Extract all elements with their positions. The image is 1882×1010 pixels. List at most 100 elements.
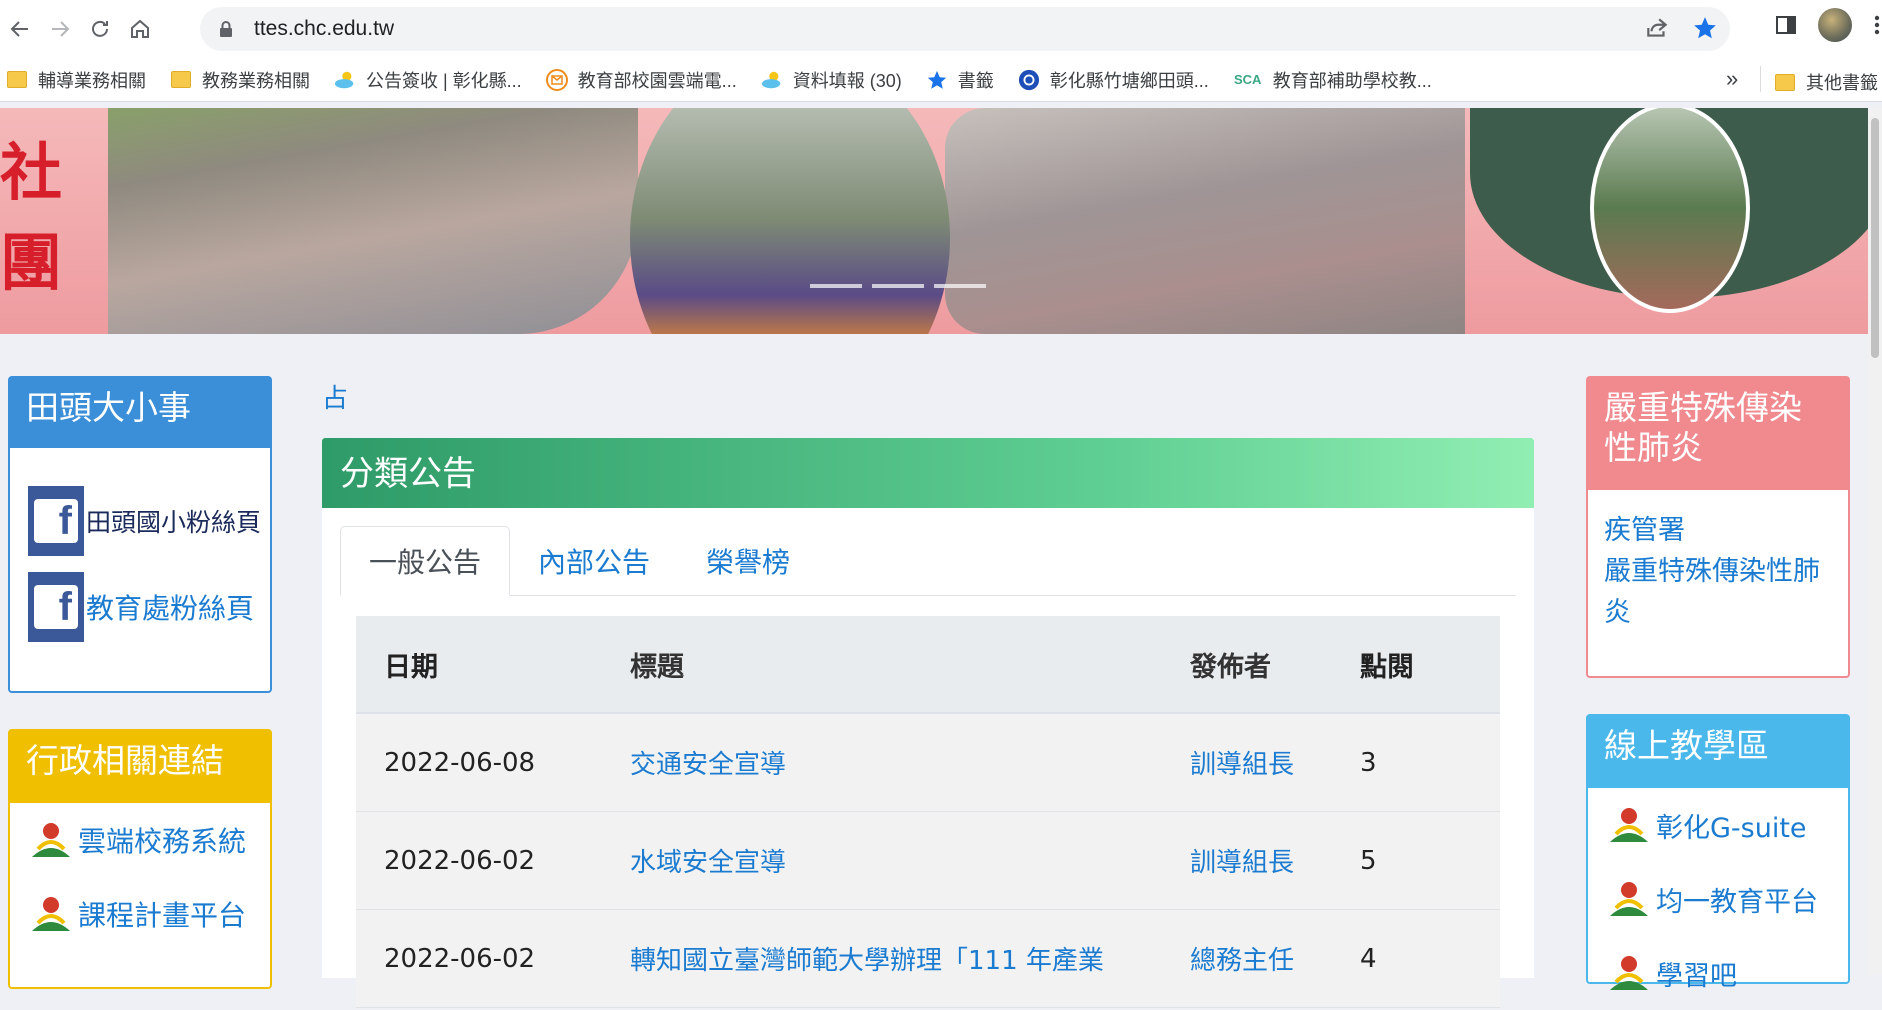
banner-photo bbox=[630, 108, 950, 334]
facebook-icon: f bbox=[28, 572, 84, 642]
row-title-link[interactable]: 水域安全宣導 bbox=[630, 842, 1190, 879]
bookmark-label: 教育部校園雲端電... bbox=[577, 70, 737, 91]
row-title-link[interactable]: 轉知國立臺灣師範大學辦理「111 年產業 bbox=[630, 940, 1190, 977]
education-logo-icon bbox=[32, 823, 70, 857]
bookmark-item[interactable]: 公告簽收 | 彰化縣... bbox=[334, 67, 522, 93]
reload-button[interactable] bbox=[80, 9, 120, 49]
other-bookmarks[interactable]: 其他書籤 bbox=[1774, 69, 1878, 95]
admin-links-panel: 行政相關連結 雲端校務系統 課程計畫平台 bbox=[8, 729, 272, 989]
tab-internal[interactable]: 內部公告 bbox=[510, 526, 678, 596]
admin-link[interactable]: 課程計畫平台 bbox=[28, 877, 270, 951]
bookmarks-bar: 輔導業務相關 教務業務相關 公告簽收 | 彰化縣... 教育部校園雲端電... … bbox=[0, 58, 1882, 102]
row-date: 2022-06-02 bbox=[384, 943, 536, 974]
bookmark-item[interactable]: 教育部校園雲端電... bbox=[545, 67, 737, 93]
tab-general[interactable]: 一般公告 bbox=[340, 526, 511, 596]
learning-link-label: 學習吧 bbox=[1656, 960, 1737, 992]
fan-page-label: 田頭國小粉絲頁 bbox=[86, 508, 262, 537]
side-panel-icon[interactable] bbox=[1774, 13, 1798, 37]
education-logo-icon bbox=[32, 897, 70, 931]
admin-link[interactable]: 雲端校務系統 bbox=[28, 803, 270, 877]
learning-link-label: 彰化G-suite bbox=[1656, 812, 1807, 844]
page-scrollbar[interactable] bbox=[1868, 108, 1882, 975]
education-logo-icon bbox=[1610, 882, 1648, 916]
tab-honor-roll[interactable]: 榮譽榜 bbox=[678, 526, 818, 596]
fan-page-link[interactable]: f 田頭國小粉絲頁 bbox=[28, 486, 270, 556]
banner-photo bbox=[1590, 108, 1750, 313]
admin-link-label: 課程計畫平台 bbox=[78, 899, 247, 932]
bookmark-item[interactable]: 彰化縣竹塘鄉田頭... bbox=[1018, 67, 1209, 93]
row-views: 4 bbox=[1360, 943, 1377, 974]
column-title: 標題 bbox=[630, 651, 684, 683]
bookmark-label: 資料填報 (30) bbox=[792, 70, 902, 91]
bookmark-label: 輔導業務相關 bbox=[38, 70, 146, 91]
bookmark-item[interactable]: 資料填報 (30) bbox=[761, 67, 902, 93]
more-bookmarks-button[interactable]: » bbox=[1726, 66, 1738, 92]
section-glyph: 占 bbox=[322, 384, 349, 414]
row-date: 2022-06-08 bbox=[384, 747, 536, 778]
facebook-icon: f bbox=[28, 486, 84, 556]
cloud-icon bbox=[761, 70, 783, 90]
star-icon bbox=[926, 70, 948, 90]
learning-link[interactable]: 學習吧 bbox=[1606, 936, 1848, 1010]
covid-link[interactable]: 嚴重特殊傳染性肺炎 bbox=[1604, 551, 1832, 633]
education-logo-icon bbox=[1610, 956, 1648, 990]
back-button[interactable] bbox=[0, 9, 40, 49]
row-author-link[interactable]: 訓導組長 bbox=[1190, 744, 1360, 781]
bookmark-label: 公告簽收 | 彰化縣... bbox=[366, 70, 522, 91]
bookmark-star-icon[interactable] bbox=[1692, 15, 1718, 41]
carousel-dot[interactable] bbox=[872, 284, 924, 288]
bookmark-item[interactable]: 書籤 bbox=[926, 67, 994, 93]
carousel-dot[interactable] bbox=[810, 284, 862, 288]
folder-icon bbox=[170, 70, 192, 90]
scrollbar-thumb[interactable] bbox=[1871, 118, 1879, 358]
reload-icon bbox=[92, 20, 108, 37]
banner-photo bbox=[108, 108, 638, 334]
banner-photo bbox=[945, 108, 1465, 334]
row-date: 2022-06-02 bbox=[384, 845, 536, 876]
carousel-indicators[interactable] bbox=[810, 284, 986, 288]
hero-banner: 社團 bbox=[0, 108, 1882, 334]
table-header: 日期 標題 發佈者 點閱 bbox=[356, 616, 1500, 714]
row-author-link[interactable]: 訓導組長 bbox=[1190, 842, 1360, 879]
table-row: 2022-06-08 交通安全宣導 訓導組長 3 bbox=[356, 714, 1500, 812]
bookmark-label: 書籤 bbox=[957, 70, 994, 91]
profile-avatar[interactable] bbox=[1818, 8, 1852, 42]
menu-kebab-icon[interactable] bbox=[1872, 13, 1882, 37]
panel-title: 嚴重特殊傳染性肺炎 bbox=[1588, 378, 1848, 490]
address-bar[interactable]: ttes.chc.edu.tw bbox=[200, 7, 1730, 51]
panel-title: 田頭大小事 bbox=[10, 378, 270, 448]
carousel-dot[interactable] bbox=[934, 284, 986, 288]
row-views: 5 bbox=[1360, 845, 1377, 876]
bookmark-label: 彰化縣竹塘鄉田頭... bbox=[1049, 70, 1209, 91]
announcements-title: 分類公告 bbox=[322, 438, 1534, 508]
forward-button[interactable] bbox=[40, 9, 80, 49]
learning-link-label: 均一教育平台 bbox=[1656, 886, 1818, 918]
announcements-panel: 分類公告 一般公告 內部公告 榮譽榜 日期 標題 發佈者 點閱 2022-06-… bbox=[322, 438, 1534, 1008]
news-panel: 田頭大小事 f 田頭國小粉絲頁 f 教育處粉絲頁 bbox=[8, 376, 272, 693]
row-author-link[interactable]: 總務主任 bbox=[1190, 940, 1360, 977]
education-logo-icon bbox=[1610, 808, 1648, 842]
bookmarks-divider bbox=[1760, 66, 1761, 92]
bookmark-item[interactable]: 教務業務相關 bbox=[170, 67, 310, 93]
cdc-link[interactable]: 疾管署 bbox=[1604, 510, 1832, 551]
home-icon bbox=[131, 19, 149, 38]
learning-link[interactable]: 均一教育平台 bbox=[1606, 862, 1848, 936]
table-row: 2022-06-02 轉知國立臺灣師範大學辦理「111 年產業 總務主任 4 bbox=[356, 910, 1500, 1008]
banner-title: 社團 bbox=[0, 136, 63, 299]
browser-toolbar: ttes.chc.edu.tw bbox=[0, 0, 1882, 58]
share-icon[interactable] bbox=[1644, 15, 1670, 41]
fan-page-link[interactable]: f 教育處粉絲頁 bbox=[28, 572, 270, 642]
home-button[interactable] bbox=[120, 9, 160, 49]
learning-link[interactable]: 彰化G-suite bbox=[1606, 788, 1848, 862]
column-views: 點閱 bbox=[1360, 651, 1414, 683]
bookmark-item[interactable]: SCA 教育部補助學校教... bbox=[1233, 67, 1432, 93]
row-title-link[interactable]: 交通安全宣導 bbox=[630, 744, 1190, 781]
announcements-table: 日期 標題 發佈者 點閱 2022-06-08 交通安全宣導 訓導組長 3 20… bbox=[356, 616, 1500, 1008]
covid-panel: 嚴重特殊傳染性肺炎 疾管署 嚴重特殊傳染性肺炎 bbox=[1586, 376, 1850, 678]
back-arrow-icon bbox=[10, 21, 28, 37]
other-bookmarks-label: 其他書籤 bbox=[1806, 73, 1878, 93]
bookmark-label: 教育部補助學校教... bbox=[1272, 70, 1432, 91]
forward-arrow-icon bbox=[52, 21, 70, 37]
bookmark-item[interactable]: 輔導業務相關 bbox=[6, 67, 146, 93]
site-icon bbox=[1018, 69, 1040, 90]
